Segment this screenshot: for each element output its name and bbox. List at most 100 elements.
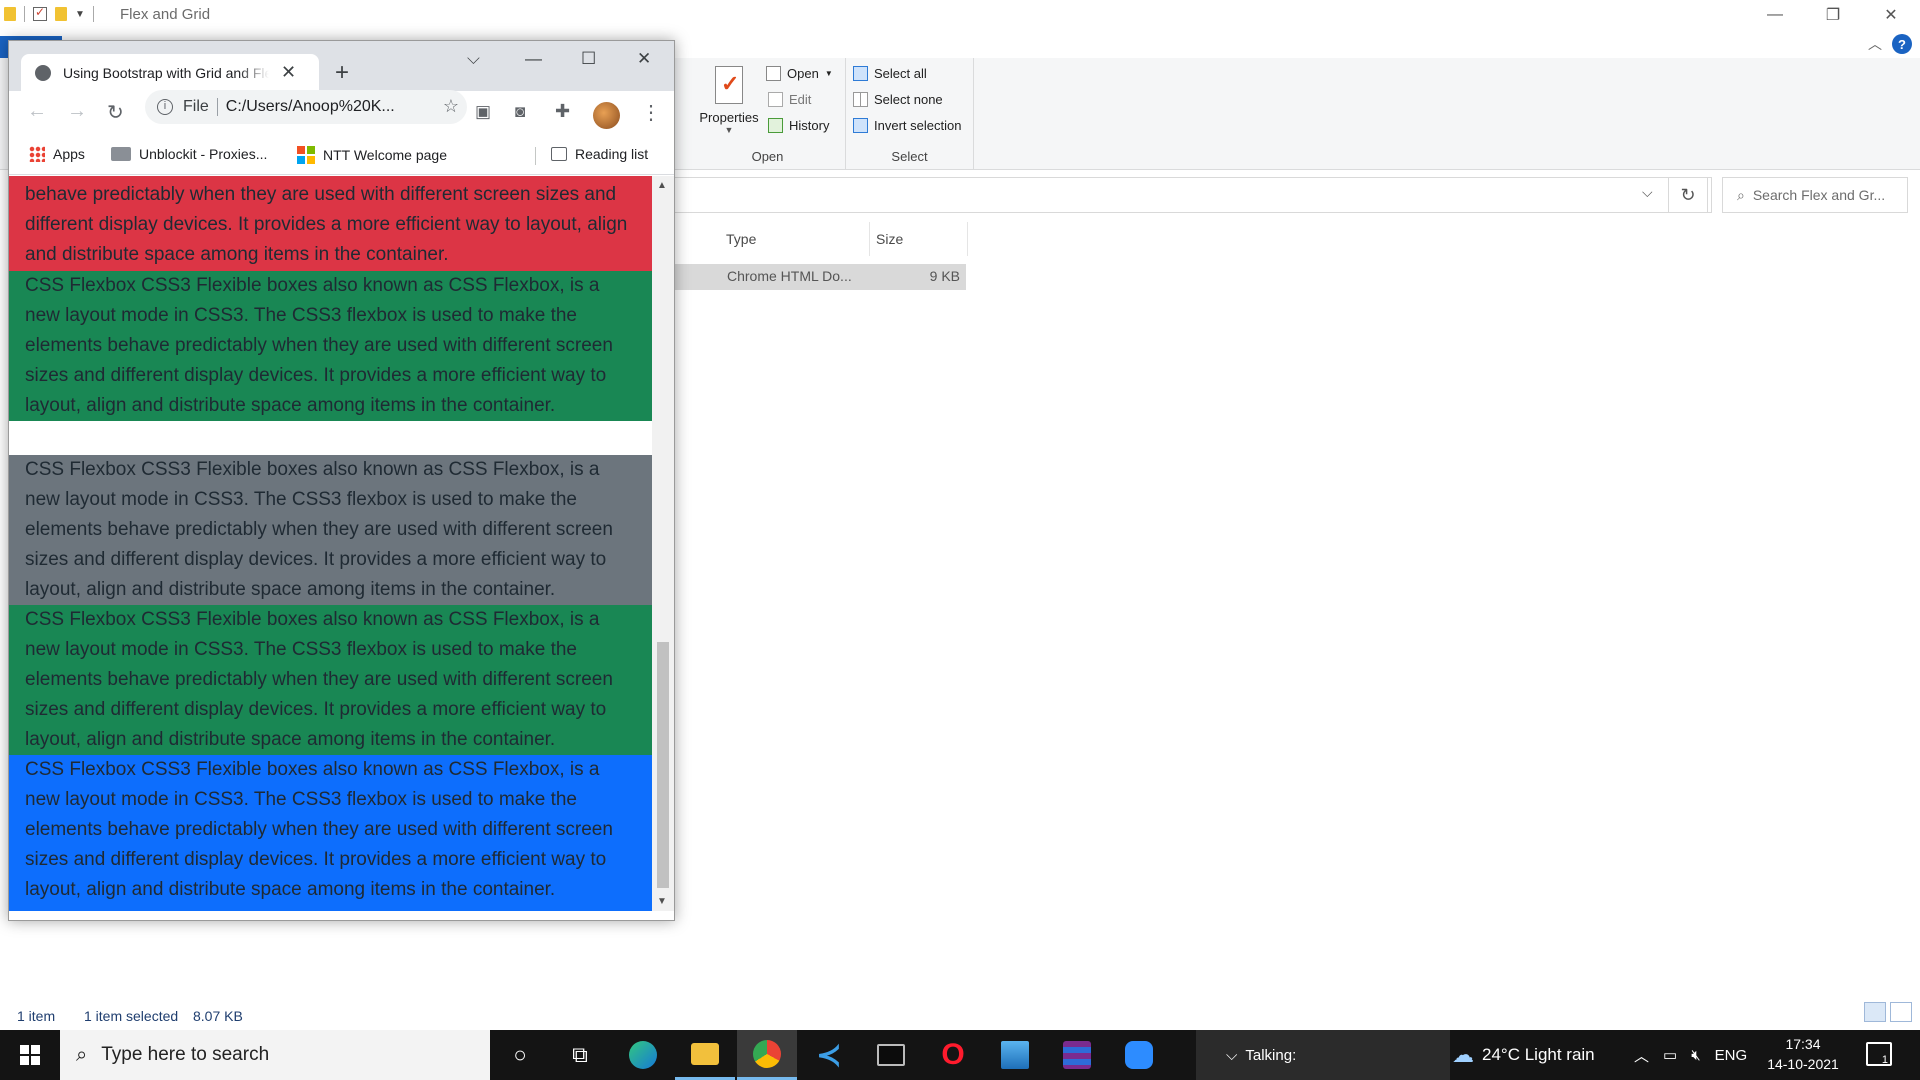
file-row[interactable]: Chrome HTML Do... 9 KB	[670, 264, 966, 290]
scrollbar-thumb[interactable]	[657, 642, 669, 888]
minimize-button[interactable]: —	[525, 49, 542, 69]
winrar-icon[interactable]	[1047, 1030, 1107, 1080]
large-icons-view-icon[interactable]	[1890, 1002, 1912, 1022]
view-toggle	[1864, 1002, 1912, 1022]
close-button[interactable]: ✕	[637, 49, 651, 69]
divider	[92, 6, 94, 22]
file-type: Chrome HTML Do...	[727, 268, 852, 284]
select-all-icon	[853, 66, 868, 81]
vscode-icon[interactable]: ≺	[799, 1030, 859, 1080]
flex-item-gray: CSS Flexbox CSS3 Flexible boxes also kno…	[9, 455, 652, 605]
refresh-icon[interactable]: ↻	[1668, 177, 1708, 213]
selected-size: 8.07 KB	[193, 1008, 243, 1024]
scheme-label: File	[183, 98, 209, 115]
task-view-icon[interactable]: ⧉	[550, 1030, 610, 1080]
opera-icon[interactable]: O	[923, 1030, 983, 1080]
bookmark-star-icon[interactable]: ☆	[443, 96, 459, 117]
open-icon	[766, 66, 781, 81]
scroll-down-icon[interactable]: ▼	[657, 896, 667, 907]
restore-button[interactable]: ❐	[1804, 0, 1862, 30]
properties-button[interactable]: Properties ▼	[698, 66, 760, 135]
vertical-scrollbar[interactable]: ▲ ▼	[652, 176, 674, 911]
photos-icon[interactable]	[985, 1030, 1045, 1080]
volume-muted-icon[interactable]: 🔇︎	[1691, 1047, 1700, 1064]
new-tab-icon[interactable]: +	[335, 59, 349, 87]
column-label: Size	[876, 231, 904, 247]
menu-icon[interactable]: ⋮	[641, 100, 661, 125]
select-none-label: Select none	[874, 92, 943, 107]
reading-list-icon	[551, 147, 567, 161]
system-tray: ︿ ▭ 🔇︎ ENG	[1634, 1030, 1747, 1080]
bookmark-unblockit[interactable]: Unblockit - Proxies...	[111, 146, 267, 162]
taskbar-search[interactable]: ⌕ Type here to search	[60, 1030, 490, 1080]
clock-date: 14-10-2021	[1767, 1056, 1839, 1072]
quick-access-toolbar: ▼	[4, 5, 94, 22]
browser-tab[interactable]: Using Bootstrap with Grid and Flex ✕	[21, 54, 319, 91]
properties-quick-icon[interactable]	[33, 5, 47, 21]
bookmark-ntt[interactable]: NTT Welcome page	[297, 146, 447, 164]
profile-avatar[interactable]	[593, 102, 620, 129]
address-history-chevron-icon[interactable]: ⌵	[1642, 184, 1653, 201]
help-icon[interactable]: ?	[1892, 34, 1912, 54]
edit-label: Edit	[789, 92, 812, 107]
close-button[interactable]: ✕	[1862, 0, 1920, 30]
screenshot-icon[interactable]: ◙	[515, 102, 525, 122]
open-button[interactable]: Open ▼	[766, 66, 833, 81]
taskbar: ⌕ Type here to search ○ ⧉ ≺ O ⌵ Talking:…	[0, 1030, 1920, 1080]
camera-icon[interactable]: ▣	[475, 102, 491, 122]
scroll-up-icon[interactable]: ▲	[657, 180, 667, 191]
forward-icon[interactable]: →	[67, 100, 87, 123]
column-header-type[interactable]: Type	[720, 222, 870, 256]
new-folder-icon[interactable]	[55, 7, 67, 21]
battery-icon[interactable]: ▭	[1663, 1046, 1677, 1064]
back-icon[interactable]: ←	[27, 100, 47, 123]
folder-icon[interactable]	[4, 7, 16, 21]
divider	[24, 6, 25, 22]
cortana-icon[interactable]: ○	[490, 1030, 550, 1080]
tab-search-chevron-icon[interactable]: ⌵	[467, 49, 480, 69]
omnibox[interactable]: i File C:/Users/Anoop%20K... ☆	[145, 90, 467, 124]
site-info-icon[interactable]: i	[157, 99, 173, 115]
cloud-rain-icon: ☁	[1452, 1042, 1474, 1067]
close-tab-icon[interactable]: ✕	[281, 62, 296, 83]
details-view-icon[interactable]	[1864, 1002, 1886, 1022]
maximize-button[interactable]: ☐	[581, 49, 596, 69]
reload-icon[interactable]: ↻	[107, 100, 124, 125]
start-button[interactable]	[0, 1030, 60, 1080]
customize-dropdown-icon[interactable]: ▼	[75, 9, 85, 20]
selected-count: 1 item selected	[84, 1008, 179, 1024]
file-explorer-icon[interactable]	[675, 1030, 735, 1080]
microsoft-icon	[297, 146, 315, 164]
minimize-button[interactable]: —	[1746, 0, 1804, 30]
select-all-button[interactable]: Select all	[853, 66, 927, 81]
explorer-titlebar: ▼ Flex and Grid — ❐ ✕	[0, 0, 1920, 30]
unblockit-icon	[111, 147, 131, 161]
terminal-icon[interactable]	[861, 1030, 921, 1080]
notifications-icon[interactable]: 1	[1866, 1042, 1892, 1066]
bookmark-label: Apps	[53, 146, 85, 162]
weather-widget[interactable]: ☁ 24°C Light rain	[1452, 1030, 1595, 1080]
clock[interactable]: 17:34 14-10-2021	[1758, 1034, 1848, 1074]
edit-button[interactable]: Edit	[768, 92, 811, 107]
collapse-ribbon-icon[interactable]: ︿	[1868, 34, 1882, 54]
extensions-icon[interactable]: ✚	[555, 101, 570, 122]
select-none-button[interactable]: Select none	[853, 92, 943, 107]
invert-selection-button[interactable]: Invert selection	[853, 118, 961, 133]
chrome-icon[interactable]	[737, 1030, 797, 1080]
talking-label: Talking:	[1245, 1046, 1297, 1064]
reading-list-button[interactable]: Reading list	[551, 146, 648, 162]
talking-notification[interactable]: ⌵ Talking:	[1196, 1030, 1450, 1080]
chevron-down-icon: ⌵	[1226, 1046, 1238, 1064]
search-box[interactable]: ⌕ Search Flex and Gr...	[1722, 177, 1908, 213]
bookmark-apps[interactable]: Apps	[29, 146, 85, 162]
address-bar[interactable]	[670, 177, 1712, 213]
edge-icon[interactable]	[613, 1030, 673, 1080]
zoom-icon[interactable]	[1109, 1030, 1169, 1080]
history-button[interactable]: History	[768, 118, 829, 133]
search-placeholder: Type here to search	[101, 1044, 270, 1065]
spacer	[9, 421, 652, 455]
language-indicator[interactable]: ENG	[1715, 1047, 1748, 1064]
clock-time: 17:34	[1785, 1036, 1821, 1052]
show-hidden-icons-icon[interactable]: ︿	[1634, 1045, 1649, 1066]
column-header-size[interactable]: Size	[870, 222, 968, 256]
